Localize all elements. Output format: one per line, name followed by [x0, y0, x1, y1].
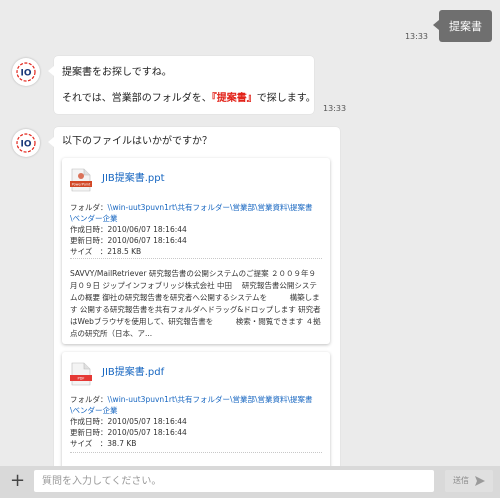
updated-date: 2010/06/07 18:16:44 — [107, 236, 187, 245]
search-keyword-highlight: 『提案書』 — [211, 93, 257, 104]
bot-message-bubble: 提案書をお探しですね。 それでは、営業部のフォルダを、『提案書』で探します。 — [48, 56, 316, 114]
file-metadata: フォルダ：\\win-uut3puvn1rt\共有フォルダー\営業部\営業資料\… — [70, 202, 322, 257]
message-input[interactable] — [34, 470, 434, 492]
file-result-card[interactable]: PowerPoint JIB提案書.ppt フォルダ：\\win-uut3puv… — [62, 158, 330, 344]
updated-date: 2010/05/07 18:16:44 — [107, 428, 187, 437]
updated-label: 更新日時： — [70, 236, 108, 245]
send-button-label: 送信 — [453, 476, 469, 485]
file-size: 38.7 KB — [107, 439, 137, 448]
created-label: 作成日時： — [70, 225, 108, 234]
powerpoint-file-icon: PowerPoint — [70, 168, 92, 192]
user-message-timestamp: 13:33 — [404, 32, 428, 41]
bot-message-text: それでは、営業部のフォルダを、 — [62, 93, 212, 104]
file-title-link[interactable]: JIB提案書.ppt — [102, 173, 165, 184]
bot-message-line: それでは、営業部のフォルダを、『提案書』で探します。 — [62, 92, 316, 106]
user-message-bubble: 提案書 — [433, 10, 492, 42]
divider — [70, 452, 322, 453]
created-date: 2010/05/07 18:16:44 — [107, 417, 187, 426]
file-metadata: フォルダ：\\win-uut3puvn1rt\共有フォルダー\営業部\営業資料\… — [70, 394, 322, 449]
bot-message-timestamp: 13:33 — [323, 104, 347, 113]
updated-label: 更新日時： — [70, 428, 108, 437]
bot-avatar: IO — [12, 58, 40, 86]
bot-message-line: 提案書をお探しですね。 — [62, 67, 172, 78]
created-label: 作成日時： — [70, 417, 108, 426]
plus-icon[interactable]: + — [10, 471, 25, 491]
folder-label: フォルダ： — [70, 395, 108, 404]
send-arrow-icon — [475, 476, 485, 486]
file-type-label: PowerPoint — [72, 183, 91, 187]
folder-label: フォルダ： — [70, 203, 108, 212]
bot-avatar: IO — [12, 129, 40, 157]
divider — [70, 258, 322, 259]
bot-message-text: 以下のファイルはいかがですか？ — [62, 136, 212, 147]
file-size: 218.5 KB — [107, 247, 142, 256]
chat-area[interactable]: 提案書 13:33 IO 提案書をお探しですね。 それでは、営業部のフォルダを、… — [0, 0, 500, 466]
bot-message-text: で探します。 — [256, 93, 316, 104]
file-header[interactable]: PowerPoint JIB提案書.ppt — [70, 168, 320, 192]
message-input-bar: + 送信 — [0, 466, 500, 498]
size-label: サイズ ： — [70, 247, 108, 256]
file-result-card[interactable]: PDF JIB提案書.pdf フォルダ：\\win-uut3puvn1rt\共有… — [62, 352, 330, 466]
file-excerpt: SAVVY/MailRetriever 研究報告書の公開システムのご提案 ２００… — [70, 269, 321, 338]
created-date: 2010/06/07 18:16:44 — [107, 225, 187, 234]
bot-logo-icon: IO — [16, 62, 36, 82]
bot-logo-icon: IO — [16, 133, 36, 153]
pdf-file-icon: PDF — [70, 362, 92, 386]
file-title-link[interactable]: JIB提案書.pdf — [102, 367, 164, 378]
size-label: サイズ ： — [70, 439, 108, 448]
svg-text:IO: IO — [21, 69, 32, 79]
svg-text:IO: IO — [21, 140, 32, 150]
file-type-label: PDF — [77, 377, 84, 381]
user-message-text: 提案書 — [449, 20, 482, 33]
file-header[interactable]: PDF JIB提案書.pdf — [70, 362, 320, 386]
send-button[interactable]: 送信 — [445, 470, 493, 492]
